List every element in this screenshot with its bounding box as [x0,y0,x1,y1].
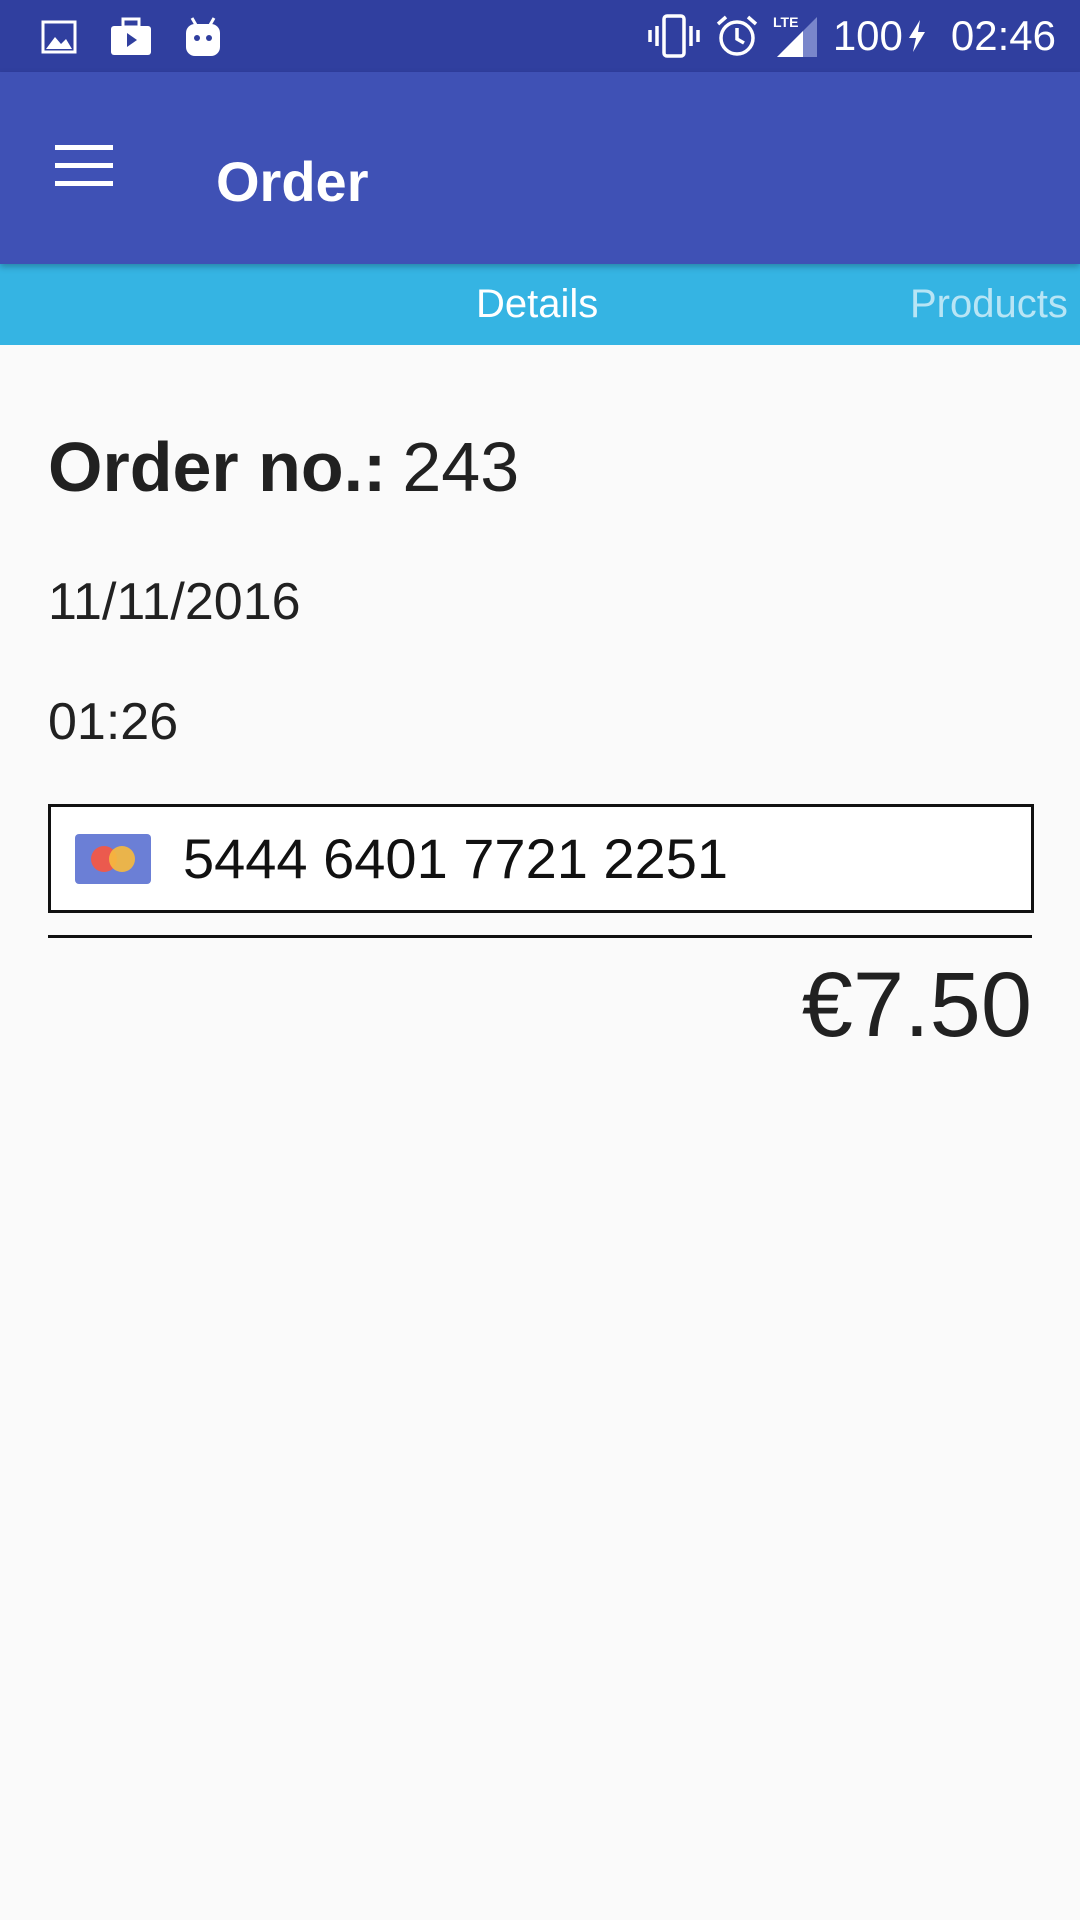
order-number-row: Order no.: 243 [48,427,519,507]
briefcase-play-icon [106,12,156,62]
order-number-label: Order no.: [48,428,387,506]
lte-signal-icon: LTE [773,13,819,59]
payment-card[interactable]: 5444 6401 7721 2251 [48,804,1034,913]
divider [48,935,1032,938]
battery-level: 100 [832,12,903,59]
order-date: 11/11/2016 [48,573,301,631]
tab-details[interactable]: Details [476,264,598,345]
status-bar: LTE 100 02:46 [0,0,1080,72]
vibrate-icon [647,14,701,58]
status-time: 02:46 [950,12,1056,59]
charging-icon [907,19,927,53]
order-number-value: 243 [402,428,520,506]
order-time: 01:26 [48,693,179,751]
mastercard-icon [75,834,151,884]
order-total: €7.50 [801,954,1032,1056]
gallery-icon [34,12,84,62]
alarm-icon [715,14,759,58]
app-bar: Order [0,72,1080,264]
status-right-icons: LTE 100 02:46 [633,8,1056,64]
tab-bar: Details Products [0,264,1080,345]
tab-products[interactable]: Products [910,264,1068,345]
page-title: Order [216,150,369,213]
android-icon [178,12,228,62]
order-screen: LTE 100 02:46 Order Details Products Ord… [0,0,1080,1920]
card-number: 5444 6401 7721 2251 [183,827,728,890]
svg-text:LTE: LTE [773,14,798,30]
menu-button[interactable] [48,130,120,202]
status-left-icons [34,12,250,62]
menu-icon [55,145,113,186]
